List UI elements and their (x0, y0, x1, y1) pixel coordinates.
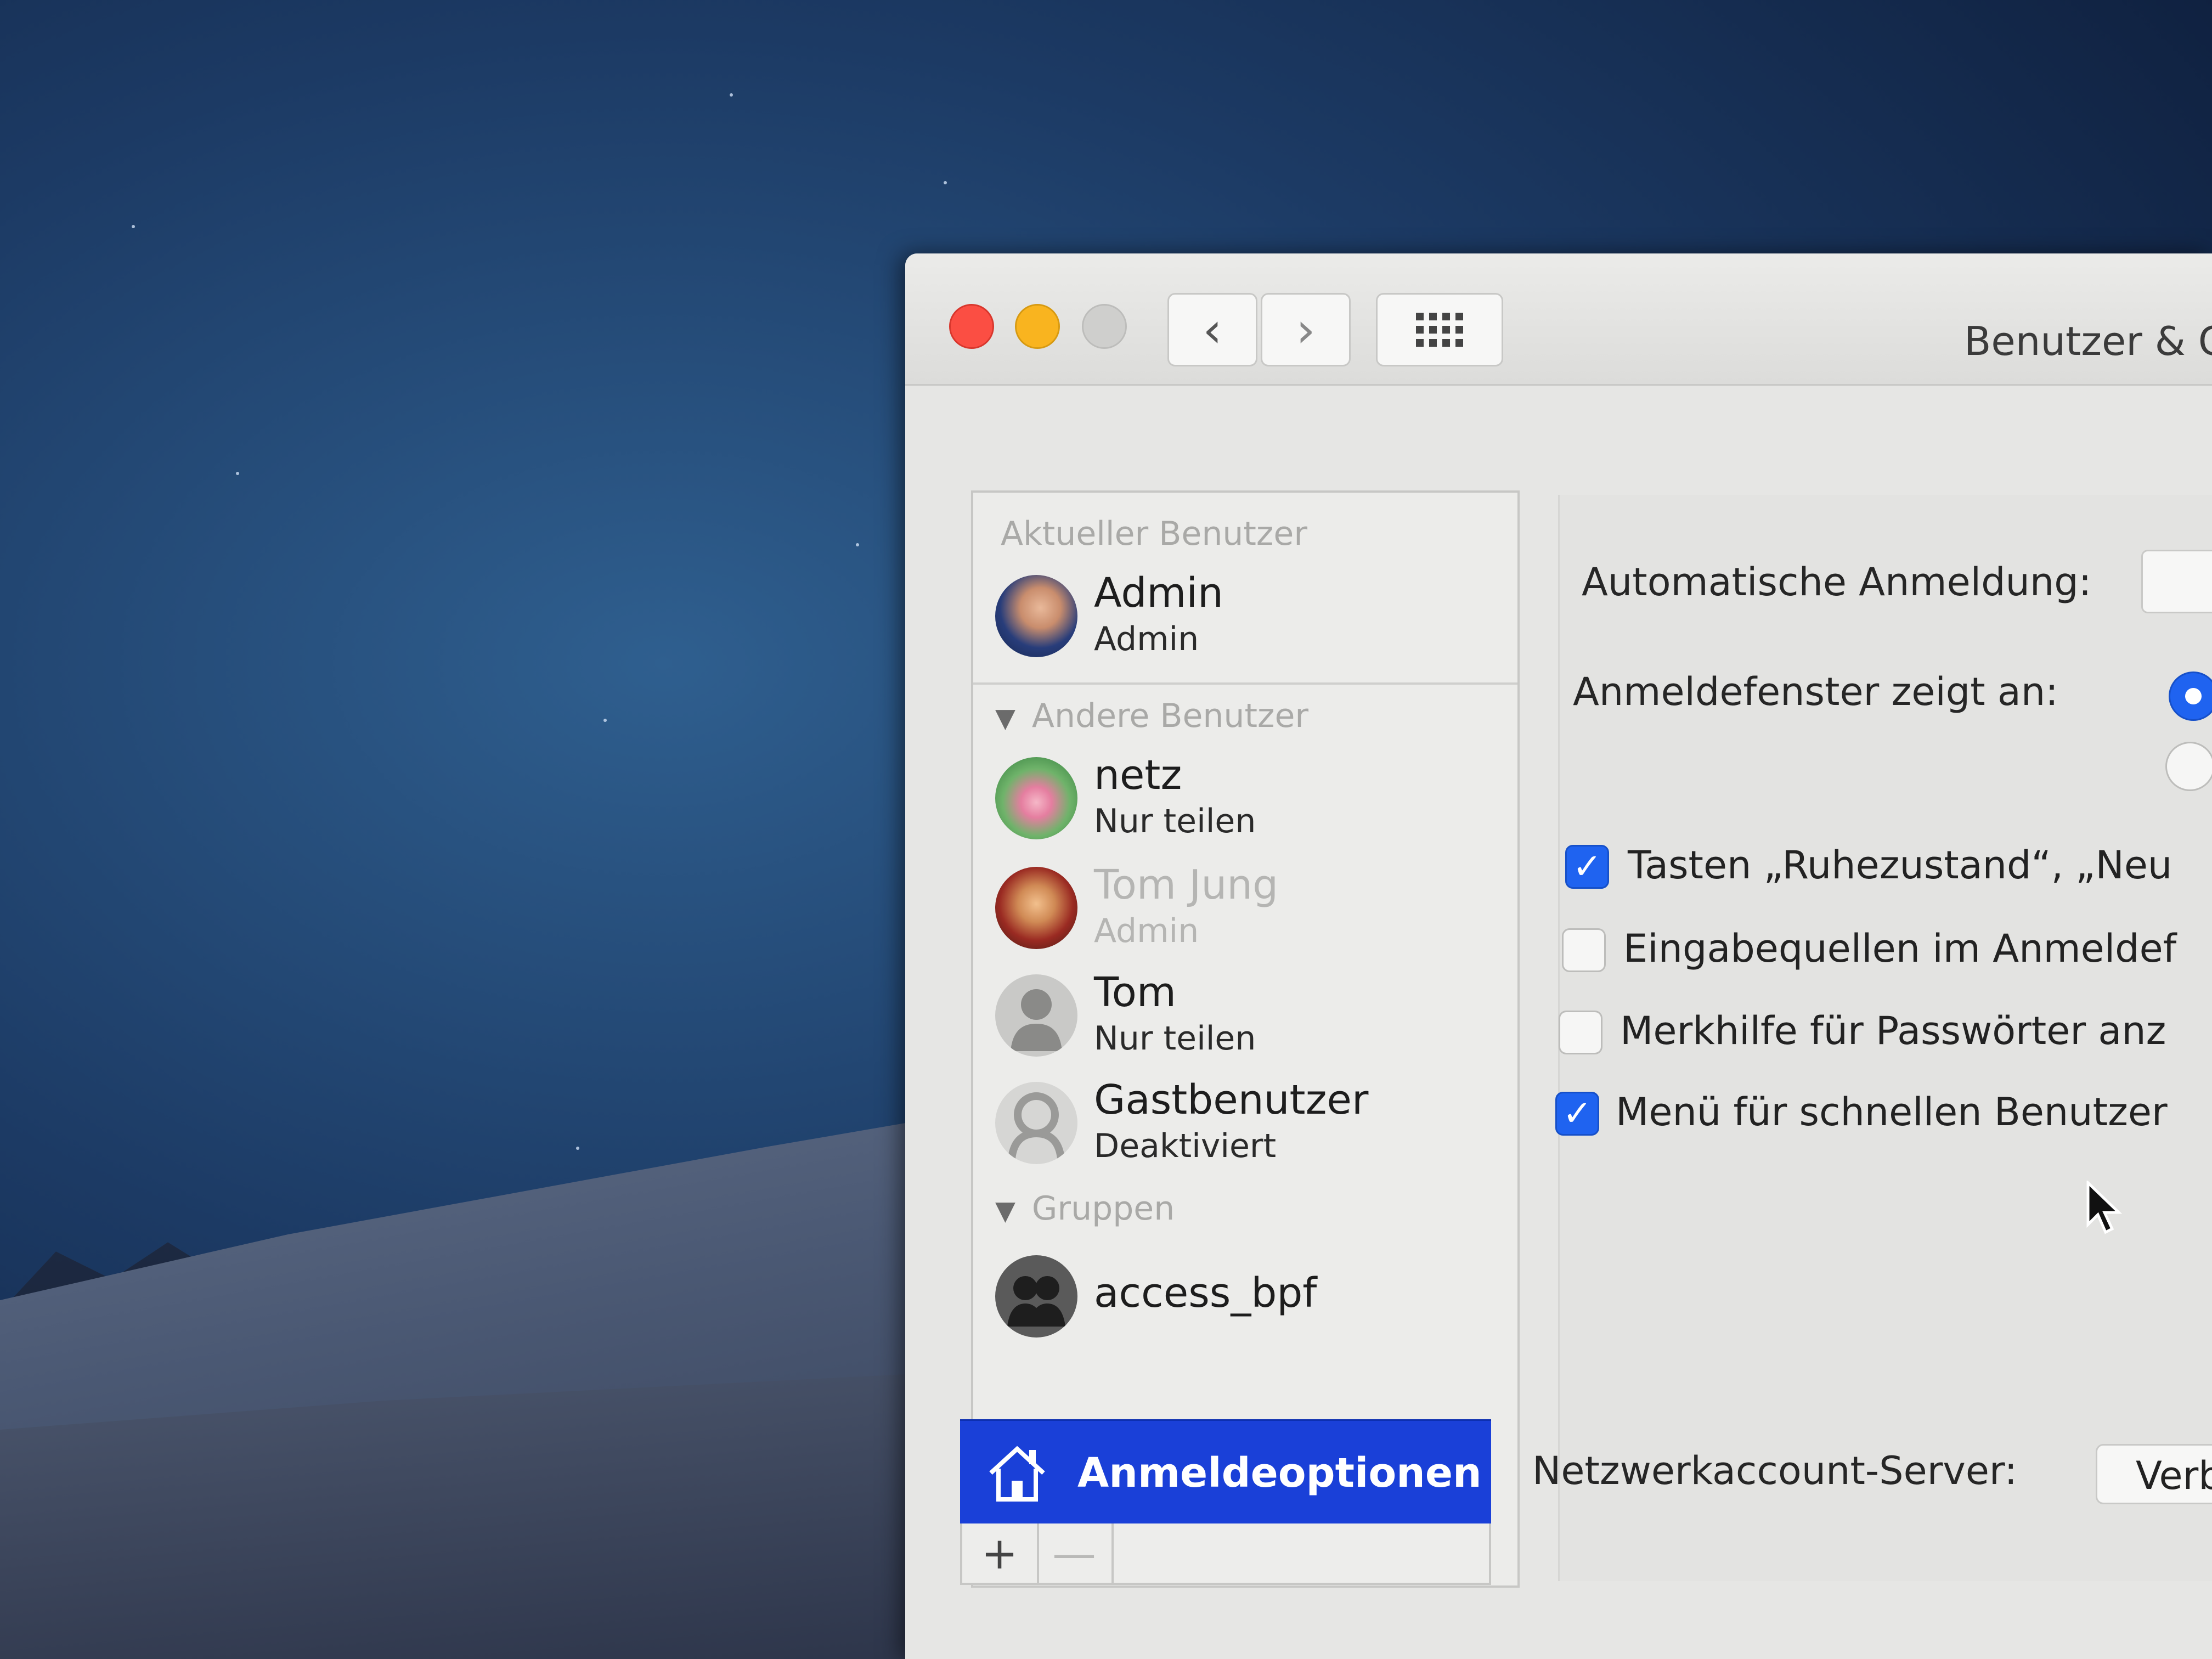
user-row-tom-jung[interactable]: Tom Jung Admin (995, 861, 1489, 955)
disclosure-triangle-icon: ▼ (995, 703, 1015, 733)
chevron-left-icon: ‹ (1203, 301, 1222, 358)
groups-header-label: Gruppen (1031, 1189, 1175, 1228)
user-row-netz[interactable]: netz Nur teilen (995, 752, 1489, 845)
radio-list-of-users[interactable] (2169, 672, 2212, 721)
avatar (995, 867, 1077, 949)
person-silhouette-icon (1011, 989, 1062, 1051)
grid-icon (1416, 313, 1463, 347)
avatar (995, 575, 1077, 657)
add-user-button[interactable]: + (962, 1523, 1039, 1583)
other-users-header[interactable]: ▼ Andere Benutzer (995, 697, 1308, 735)
auto-login-label: Automatische Anmeldung: (1582, 560, 2092, 605)
star (730, 93, 733, 97)
user-name: netz (1094, 752, 1182, 799)
window-title: Benutzer & G (1964, 318, 2212, 364)
titlebar: ‹ › Benutzer & G (905, 253, 2212, 386)
star (132, 225, 135, 228)
login-options-label: Anmeldeoptionen (1077, 1449, 1482, 1497)
auto-login-popup[interactable] (2141, 550, 2212, 613)
checkbox-fast-user-switching-label: Menü für schnellen Benutzer (1616, 1090, 2168, 1135)
current-user-header: Aktueller Benutzer (1001, 515, 1307, 553)
sidebar-bottom-bar: + — (960, 1523, 1491, 1585)
disclosure-triangle-icon: ▼ (995, 1195, 1015, 1226)
avatar (995, 1082, 1077, 1164)
user-name: Gastbenutzer (1094, 1076, 1369, 1124)
group-row-access-bpf[interactable]: access_bpf (995, 1250, 1489, 1343)
other-users-header-label: Andere Benutzer (1031, 697, 1309, 735)
checkbox-input-menu-label: Eingabequellen im Anmeldef (1623, 926, 2177, 971)
user-role: Admin (1094, 620, 1199, 658)
user-role: Admin (1094, 912, 1199, 950)
user-name: Admin (1094, 569, 1223, 617)
user-row-guest[interactable]: Gastbenutzer Deaktiviert (995, 1076, 1489, 1170)
user-row-tom[interactable]: Tom Nur teilen (995, 969, 1489, 1062)
avatar (995, 757, 1077, 839)
guest-user-icon (1008, 1092, 1065, 1160)
star (236, 472, 239, 475)
login-options-panel: Automatische Anmeldung: Anmeldefenster z… (1532, 495, 2212, 1581)
user-name: Tom (1094, 969, 1176, 1016)
network-server-join-button[interactable]: Verb (2096, 1444, 2212, 1504)
user-name: Tom Jung (1094, 861, 1279, 909)
forward-button[interactable]: › (1261, 293, 1351, 366)
divider (973, 682, 1517, 685)
chevron-right-icon: › (1296, 301, 1316, 358)
show-all-button[interactable] (1376, 293, 1503, 366)
checkbox-show-sleep-restart-buttons[interactable]: ✓ (1565, 845, 1609, 889)
checkbox-fast-user-switching[interactable]: ✓ (1555, 1092, 1599, 1136)
avatar (995, 974, 1077, 1057)
star (944, 181, 947, 184)
star (856, 543, 859, 546)
user-role: Nur teilen (1094, 802, 1256, 840)
checkbox-show-sleep-restart-label: Tasten „Ruhezustand“, „Neu (1628, 843, 2172, 888)
zoom-button[interactable] (1082, 304, 1127, 349)
radio-name-and-password[interactable] (2165, 742, 2212, 791)
checkbox-input-menu[interactable] (1562, 928, 1606, 972)
user-row-admin[interactable]: Admin Admin (995, 569, 1489, 663)
user-role: Nur teilen (1094, 1019, 1256, 1058)
login-window-label: Anmeldefenster zeigt an: (1573, 669, 2058, 714)
group-name: access_bpf (1094, 1269, 1317, 1317)
star (576, 1147, 579, 1150)
star (603, 719, 607, 722)
minimize-button[interactable] (1015, 304, 1060, 349)
avatar (995, 1255, 1077, 1338)
group-icon (1007, 1276, 1065, 1327)
groups-header[interactable]: ▼ Gruppen (995, 1189, 1175, 1228)
back-button[interactable]: ‹ (1167, 293, 1257, 366)
close-button[interactable] (949, 304, 994, 349)
checkbox-password-hints-label: Merkhilfe für Passwörter anz (1620, 1008, 2166, 1053)
login-options-item[interactable]: Anmeldeoptionen (960, 1419, 1491, 1525)
checkbox-password-hints[interactable] (1559, 1011, 1602, 1054)
remove-user-button[interactable]: — (1037, 1523, 1114, 1583)
network-account-server-label: Netzwerkaccount-Server: (1532, 1448, 2018, 1493)
users-groups-window: ‹ › Benutzer & G Aktueller Benutzer Admi… (905, 253, 2212, 1659)
user-role: Deaktiviert (1094, 1127, 1277, 1165)
mouse-pointer-icon (2086, 1181, 2123, 1234)
house-icon (989, 1446, 1045, 1502)
